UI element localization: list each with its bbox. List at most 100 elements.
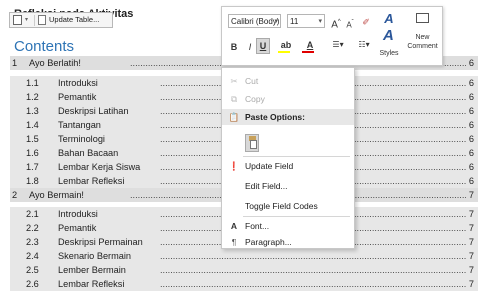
chevron-down-icon: ▾ [318, 18, 322, 25]
grow-font-icon: A [331, 19, 338, 31]
menu-item-edit-field[interactable]: Edit Field... [222, 178, 354, 194]
toc-entry-page: 6 [468, 162, 474, 172]
toc-entry[interactable]: 2.5 Lember Bermain .....................… [10, 263, 478, 277]
toc-entry-title: Deskripsi Permainan [58, 237, 143, 247]
toc-entry-page: 6 [468, 92, 474, 102]
new-comment-button[interactable]: New Comment [405, 11, 440, 61]
document-icon [38, 15, 46, 25]
paste-keep-text-icon[interactable] [245, 134, 259, 152]
toc-entry-number: 1 [12, 58, 18, 68]
menu-label: Toggle Field Codes [245, 201, 318, 211]
toc-entry-page: 7 [468, 265, 474, 275]
copy-icon: ⧉ [230, 94, 238, 104]
menu-label: Paste Options: [245, 112, 305, 122]
toc-entry-page: 7 [468, 209, 474, 219]
comment-icon [416, 13, 429, 23]
toc-entry-title: Lembar Kerja Siswa [58, 162, 141, 172]
toc-entry-page: 7 [468, 251, 474, 261]
menu-label: Copy [245, 94, 265, 104]
toc-entry[interactable]: 2.6 Lembar Refleksi ....................… [10, 277, 478, 291]
menu-item-cut[interactable]: ✂ Cut [222, 73, 354, 89]
menu-label: Update Field [245, 161, 294, 171]
toc-entry-title: Lembar Refleksi [58, 176, 125, 186]
update-table-button[interactable]: ▾ Update Table... [9, 12, 113, 28]
toc-entry-title: Ayo Berlatih! [29, 58, 81, 68]
menu-label: Paragraph... [245, 237, 292, 247]
styles-icon: A [383, 27, 394, 44]
toc-entry-page: 6 [468, 176, 474, 186]
toc-entry-number: 2.1 [26, 209, 39, 219]
font-color-swatch [302, 51, 314, 53]
menu-item-paste-options: 📋 Paste Options: [222, 109, 354, 125]
toc-entry-page: 7 [468, 223, 474, 233]
toc-entry-page: 7 [468, 237, 474, 247]
menu-item-toggle-field-codes[interactable]: Toggle Field Codes [222, 198, 354, 214]
grow-font-button[interactable]: A^ [330, 15, 342, 32]
toc-entry-number: 2.4 [26, 251, 39, 261]
chevron-down-icon: ▾ [274, 18, 278, 25]
font-color-button[interactable]: A [300, 38, 320, 52]
font-name-box[interactable]: Calibri (Body) ▾ [228, 14, 281, 28]
toc-entry-number: 2 [12, 190, 18, 200]
highlight-button[interactable]: ab [276, 38, 296, 52]
font-size-box[interactable]: 11 ▾ [287, 14, 325, 28]
toc-entry-page: 7 [468, 279, 474, 289]
toc-entry-number: 1.6 [26, 148, 39, 158]
toc-entry-page: 6 [468, 134, 474, 144]
toc-entry[interactable]: 2.4 Skenario Bermain ...................… [10, 249, 478, 263]
bold-button[interactable]: B [228, 40, 240, 54]
menu-item-copy[interactable]: ⧉ Copy [222, 91, 354, 107]
toc-entry-number: 2.6 [26, 279, 39, 289]
paste-icon: 📋 [228, 112, 240, 122]
numbering-icon[interactable]: ☷▾ [353, 38, 375, 52]
menu-item-update-field[interactable]: ❗ Update Field [222, 158, 354, 174]
italic-button[interactable]: I [244, 40, 256, 54]
toc-entry-page: 6 [468, 120, 474, 130]
menu-separator [243, 156, 350, 157]
document-page: Refleksi pada Aktivitas Contents 1 Ayo B… [0, 0, 480, 293]
toc-entry-title: Terminologi [58, 134, 105, 144]
toc-entry-title: Pemantik [58, 223, 97, 233]
toc-entry-number: 2.5 [26, 265, 39, 275]
toc-leader: ........................................… [160, 251, 466, 261]
menu-item-font[interactable]: A Font... [222, 218, 354, 234]
toc-entry-title: Deskripsi Latihan [58, 106, 129, 116]
toc-entry-number: 1.4 [26, 120, 39, 130]
toc-entry-page: 6 [468, 78, 474, 88]
menu-label: Edit Field... [245, 181, 288, 191]
toc-entry-page: 7 [468, 190, 474, 200]
styles-label: Styles [379, 50, 399, 57]
clear-formatting-icon[interactable]: ✐ [360, 15, 372, 29]
styles-button[interactable]: A Styles [375, 27, 403, 61]
context-menu: ✂ Cut ⧉ Copy 📋 Paste Options: ❗ Update F… [221, 67, 355, 249]
bullets-icon[interactable]: ☰▾ [327, 38, 349, 52]
paragraph-icon: ¶ [231, 237, 237, 247]
toc-entry-title: Skenario Bermain [58, 251, 132, 261]
toc-entry-number: 1.2 [26, 92, 39, 102]
menu-label: Cut [245, 76, 259, 86]
toc-title: Contents [14, 38, 75, 55]
toc-entry-title: Tantangan [58, 120, 101, 130]
font-size-value: 11 [290, 17, 299, 26]
update-field-icon: ❗ [228, 161, 240, 171]
toc-entry-title: Introduksi [58, 78, 98, 88]
toc-leader: ........................................… [160, 265, 466, 275]
update-table-label: Update Table... [49, 15, 100, 24]
toc-icon [13, 15, 22, 25]
toc-entry-title: Lember Bermain [58, 265, 126, 275]
menu-label: Font... [245, 221, 270, 231]
toc-entry-page: 6 [468, 106, 474, 116]
toc-entry-number: 1.8 [26, 176, 39, 186]
font-name-value: Calibri (Body) [231, 17, 280, 26]
mini-toolbar: Calibri (Body) ▾ 11 ▾ A^ Aˇ ✐ A B I U ab… [221, 6, 443, 66]
toc-leader: ........................................… [160, 279, 466, 289]
toc-entry-page: 6 [468, 58, 474, 68]
new-comment-label: New Comment [407, 34, 438, 50]
menu-item-paragraph[interactable]: ¶ Paragraph... [222, 234, 354, 250]
text-effects-icon[interactable]: A [378, 12, 400, 26]
toc-entry-title: Lembar Refleksi [58, 279, 125, 289]
underline-button[interactable]: U [256, 38, 270, 54]
toc-entry-number: 1.1 [26, 78, 39, 88]
toc-entry-number: 1.7 [26, 162, 39, 172]
shrink-font-button[interactable]: Aˇ [344, 16, 356, 33]
